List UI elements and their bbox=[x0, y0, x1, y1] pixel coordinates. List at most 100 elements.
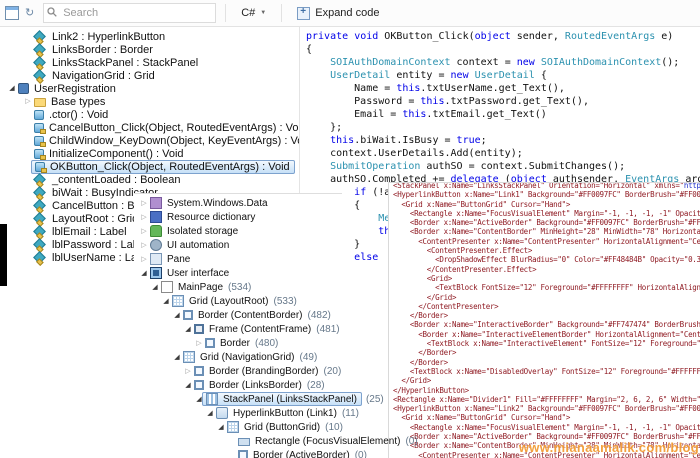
tree-item-label: Border bbox=[220, 337, 251, 349]
expanded-expander-icon[interactable]: ◢ bbox=[204, 410, 216, 417]
xaml-line: <StackPanel x:Name="LinksStackPanel" Ori… bbox=[393, 183, 700, 190]
collapsed-expander-icon[interactable]: ▷ bbox=[22, 98, 34, 105]
xaml-line: <TextBlock x:Name="InteractiveElement" F… bbox=[393, 339, 700, 348]
code-line-token: this bbox=[396, 83, 421, 94]
field-icon bbox=[33, 238, 46, 251]
xaml-line-token: <ContentPresenter x:Name="ContentPresent… bbox=[418, 236, 700, 246]
tree-item[interactable]: ◢ HyperlinkButton (Link1) (11) bbox=[136, 406, 359, 420]
tree-item[interactable]: ◢ Frame (ContentFrame) (481) bbox=[136, 322, 342, 336]
xaml-line-token: <Grid x:Name="ButtonGrid" Cursor="Hand"> bbox=[393, 413, 571, 423]
code-line-token: Name = bbox=[306, 83, 397, 94]
tree-item[interactable]: ▷ Border (BrandingBorder) (20) bbox=[136, 364, 342, 378]
tree-item[interactable]: ▷ Pane bbox=[136, 252, 342, 266]
tree-item[interactable]: Rectangle (FocusVisualElement) (0) bbox=[136, 434, 418, 448]
code-line: context.UserDetails.Add(entity); bbox=[306, 147, 700, 160]
tree-item[interactable]: ▷ Isolated storage bbox=[136, 224, 342, 238]
tree-item[interactable]: ◢ Grid (ButtonGrid) (10) bbox=[136, 420, 343, 434]
expand-code-label: Expand code bbox=[315, 7, 380, 19]
tree-item[interactable]: ◢ Border (ContentBorder) (482) bbox=[136, 308, 342, 322]
code-line-token: this bbox=[402, 109, 427, 120]
xaml-line: <DropShadowEffect BlurRadius="0" Color="… bbox=[393, 255, 700, 264]
tree-item-label: Grid (ButtonGrid) bbox=[244, 421, 321, 433]
collapsed-expander-icon[interactable]: ▷ bbox=[182, 368, 194, 375]
collapsed-expander-icon[interactable]: ▷ bbox=[138, 200, 150, 207]
expanded-expander-icon[interactable]: ◢ bbox=[6, 85, 18, 92]
tree-item[interactable]: Border (ActiveBorder) (0) bbox=[136, 448, 367, 458]
selected-row-highlight: OKButton_Click(Object, RoutedEventArgs) … bbox=[31, 159, 295, 174]
selected-row-highlight: StackPanel (LinksStackPanel) bbox=[202, 392, 362, 406]
xaml-line-token: <Grid x:Name="ButtonGrid" Cursor="Hand"> bbox=[393, 199, 571, 209]
tree-item[interactable]: LinksBorder : Border bbox=[0, 43, 300, 56]
expanded-expander-icon[interactable]: ◢ bbox=[171, 354, 183, 361]
expanded-expander-icon[interactable]: ◢ bbox=[160, 298, 172, 305]
refresh-icon[interactable]: ↻ bbox=[25, 7, 34, 19]
tree-item[interactable]: ◢ Border (LinksBorder) (28) bbox=[136, 378, 342, 392]
tree-item[interactable]: ▷ Resource dictionary bbox=[136, 210, 342, 224]
xaml-line: </HyperlinkButton> bbox=[393, 386, 700, 395]
tree-item[interactable]: _contentLoaded : Boolean bbox=[0, 173, 300, 186]
field-icon bbox=[33, 56, 46, 69]
expanded-expander-icon[interactable]: ◢ bbox=[215, 424, 227, 431]
tree-item[interactable]: NavigationGrid : Grid bbox=[0, 69, 300, 82]
border-icon bbox=[238, 450, 248, 458]
collapsed-expander-icon[interactable]: ▷ bbox=[138, 228, 150, 235]
tree-item[interactable]: ◢ StackPanel (LinksStackPanel) (25) bbox=[136, 392, 384, 406]
xaml-line: <Grid> bbox=[393, 274, 700, 283]
folder-icon bbox=[34, 98, 46, 107]
expand-code-button[interactable]: Expand code bbox=[291, 5, 385, 22]
tree-item-label: Frame (ContentFrame) bbox=[209, 323, 312, 335]
xaml-line-token: </Border> bbox=[393, 348, 457, 358]
xaml-view[interactable]: <StackPanel x:Name="LinksStackPanel" Ori… bbox=[388, 182, 700, 458]
code-line: UserDetail entity = new UserDetail { bbox=[306, 69, 700, 82]
code-line: this.biWait.IsBusy = true; bbox=[306, 134, 700, 147]
tree-item-label: System.Windows.Data bbox=[167, 197, 268, 209]
tree-item[interactable]: ◢ Grid (LayoutRoot) (533) bbox=[136, 294, 342, 308]
tree-item[interactable]: ChildWindow_KeyDown(Object, KeyEventArgs… bbox=[0, 134, 300, 147]
tree-item-label: ChildWindow_KeyDown(Object, KeyEventArgs… bbox=[49, 134, 300, 147]
tree-item-label: Base types bbox=[51, 95, 106, 108]
collapsed-expander-icon[interactable]: ▷ bbox=[138, 256, 150, 263]
xaml-line-token: </Grid> bbox=[393, 376, 431, 386]
tree-item[interactable]: InitializeComponent() : Void bbox=[0, 147, 300, 160]
collapsed-expander-icon[interactable]: ▷ bbox=[138, 214, 150, 221]
method-icon bbox=[34, 135, 46, 147]
field-icon bbox=[33, 186, 46, 199]
tree-item[interactable]: ▷ Base types bbox=[0, 95, 300, 108]
language-selector[interactable]: C# ▼ bbox=[235, 5, 272, 21]
collapsed-expander-icon[interactable]: ▷ bbox=[138, 242, 150, 249]
tree-item[interactable]: ▷ UI automation bbox=[136, 238, 342, 252]
xaml-line-token: <Grid> bbox=[393, 273, 453, 283]
tree-item-label: LinksBorder : Border bbox=[52, 43, 153, 56]
expanded-expander-icon[interactable]: ◢ bbox=[182, 382, 194, 389]
expanded-expander-icon[interactable]: ◢ bbox=[171, 312, 183, 319]
tree-item[interactable]: ◢ Grid (NavigationGrid) (49) bbox=[136, 350, 342, 364]
tree-item[interactable]: ◢ User interface bbox=[136, 266, 342, 280]
xaml-line-token: <Rectangle x:Name="FocusVisualElement" M… bbox=[409, 208, 700, 218]
code-line-token: new bbox=[516, 57, 535, 68]
search-input[interactable] bbox=[43, 3, 217, 23]
element-count: (28) bbox=[306, 379, 325, 391]
tree-item[interactable]: Link2 : HyperlinkButton bbox=[0, 30, 300, 43]
expanded-expander-icon[interactable]: ◢ bbox=[138, 270, 150, 277]
ui-icon bbox=[150, 267, 162, 279]
element-count: (10) bbox=[325, 421, 343, 433]
method-icon bbox=[34, 122, 46, 134]
code-line-token: true bbox=[456, 135, 481, 146]
tree-item[interactable]: CancelButton_Click(Object, RoutedEventAr… bbox=[0, 121, 300, 134]
tree-item[interactable]: OKButton_Click(Object, RoutedEventArgs) … bbox=[0, 159, 300, 174]
tree-item[interactable]: ▷ System.Windows.Data bbox=[136, 196, 342, 210]
collapsed-expander-icon[interactable]: ▷ bbox=[193, 340, 205, 347]
method-icon bbox=[34, 148, 46, 160]
tree-item[interactable]: ◢ MainPage (534) bbox=[136, 280, 342, 294]
automation-icon bbox=[150, 239, 162, 251]
tree-item[interactable]: ◢ UserRegistration bbox=[0, 82, 300, 95]
expanded-expander-icon[interactable]: ◢ bbox=[182, 326, 194, 333]
xaml-line: <ContentPresenter x:Name="ContentPresent… bbox=[393, 237, 700, 246]
tree-item-label: Pane bbox=[167, 253, 191, 265]
tree-item[interactable]: ▷ Border (480) bbox=[136, 336, 342, 350]
expanded-expander-icon[interactable]: ◢ bbox=[149, 284, 161, 291]
tree-item[interactable]: LinksStackPanel : StackPanel bbox=[0, 56, 300, 69]
tree-item[interactable]: .ctor() : Void bbox=[0, 108, 300, 121]
method-icon bbox=[35, 161, 47, 173]
xaml-line-token: <Border x:Name="ContentBorder" MinHeight… bbox=[409, 227, 700, 237]
